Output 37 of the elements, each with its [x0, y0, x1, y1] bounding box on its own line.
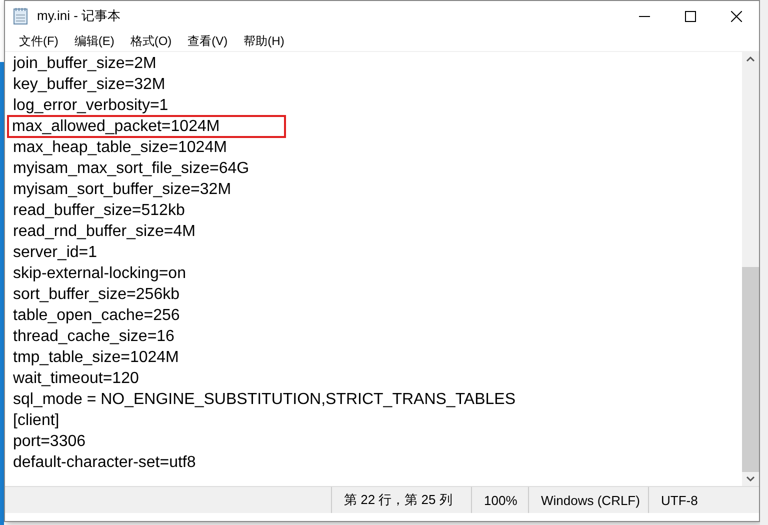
text-line: server_id=1: [12, 243, 98, 263]
text-line: tmp_table_size=1024M: [12, 348, 180, 368]
text-line: default-character-set=utf8: [12, 453, 197, 473]
text-line: wait_timeout=120: [12, 369, 140, 389]
zoom-level: 100%: [471, 487, 528, 513]
encoding: UTF-8: [648, 487, 728, 513]
scroll-down-icon: [746, 476, 755, 482]
text-line: log_error_verbosity=1: [12, 96, 170, 116]
text-line: table_open_cache=256: [12, 306, 181, 326]
text-line: sql_mode = NO_ENGINE_SUBSTITUTION,STRICT_TRANS_TABLES: [12, 390, 516, 410]
text-line: max_heap_table_size=1024M: [12, 138, 228, 158]
text-line: skip-external-locking=on: [12, 264, 187, 284]
menu-item[interactable]: 编辑(E): [66, 32, 122, 50]
text-line: join_buffer_size=2M: [12, 54, 158, 74]
notepad-icon: [13, 7, 29, 25]
menu-item[interactable]: 格式(O): [122, 32, 180, 50]
maximize-icon: [684, 10, 696, 22]
text-line: sort_buffer_size=256kb: [12, 285, 180, 305]
text-line: read_buffer_size=512kb: [12, 201, 186, 221]
text-line: myisam_sort_buffer_size=32M: [12, 180, 232, 200]
scroll-up-icon: [746, 56, 755, 62]
text-line: [client]: [12, 411, 60, 431]
window-title: my.ini - 记事本: [37, 7, 121, 25]
scrollbar-thumb[interactable]: [742, 267, 759, 472]
text-line: key_buffer_size=32M: [12, 75, 166, 95]
cursor-position: 第 22 行，第 25 列: [331, 487, 471, 513]
menu-item[interactable]: 帮助(H): [236, 32, 292, 50]
menu-item[interactable]: 文件(F): [11, 32, 66, 50]
menu-item[interactable]: 查看(V): [180, 32, 236, 50]
vertical-scrollbar[interactable]: [742, 52, 759, 486]
line-ending: Windows (CRLF): [528, 487, 648, 513]
text-line: thread_cache_size=16: [12, 327, 176, 347]
text-line: port=3306: [12, 432, 87, 452]
highlighted-text-line: max_allowed_packet=1024M: [8, 116, 285, 137]
text-line: myisam_max_sort_file_size=64G: [12, 159, 250, 179]
close-icon: [730, 10, 742, 22]
text-line: read_rnd_buffer_size=4M: [12, 222, 196, 242]
